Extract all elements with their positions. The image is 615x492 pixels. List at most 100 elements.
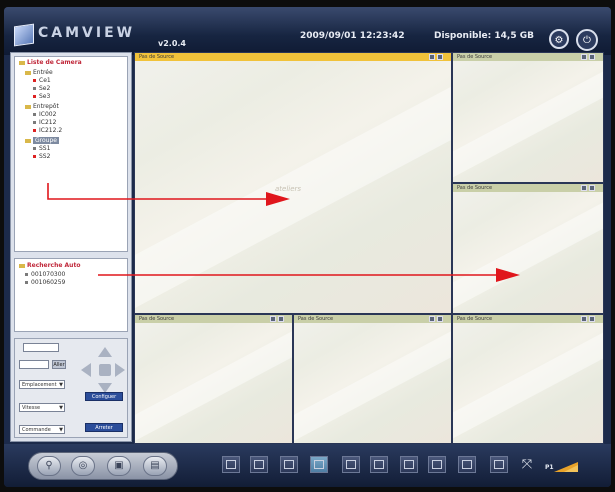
layout-1-button[interactable] bbox=[222, 456, 240, 473]
layout-next-icon bbox=[494, 460, 504, 469]
layout-next-button[interactable] bbox=[490, 456, 508, 473]
watermark: ateliers bbox=[275, 185, 302, 193]
tile-maximize-icon[interactable] bbox=[278, 316, 284, 322]
tile-menu-icon[interactable] bbox=[581, 54, 587, 60]
layout-single-button[interactable] bbox=[458, 456, 476, 473]
tree-cam-ic212-2[interactable]: IC212.2 bbox=[33, 127, 62, 134]
layout-13-button[interactable] bbox=[400, 456, 418, 473]
top-bar: CAMVIEW v2.0.4 2009/09/01 12:23:42 Dispo… bbox=[4, 7, 611, 55]
layout-4-icon bbox=[254, 460, 264, 469]
tile-maximize-icon[interactable] bbox=[437, 54, 443, 60]
bottom-toolbar: ⚲ ◎ ▣ ▤ ⤧ P1 bbox=[4, 444, 611, 487]
power-icon: ⏻ bbox=[583, 35, 591, 46]
tree-cam-ic212[interactable]: IC212 bbox=[33, 119, 56, 126]
tool-pill: ⚲ ◎ ▣ ▤ bbox=[28, 452, 178, 480]
tree-cam-ce1[interactable]: Ce1 bbox=[33, 77, 51, 84]
magnifier-icon: ⚲ bbox=[45, 460, 53, 471]
layout-8-icon bbox=[314, 460, 324, 469]
config-tool-button[interactable]: ▤ bbox=[143, 456, 167, 476]
layout-9-button[interactable] bbox=[342, 456, 360, 473]
tile-maximize-icon[interactable] bbox=[589, 316, 595, 322]
pan-center-button[interactable] bbox=[99, 364, 111, 376]
layout-10-icon bbox=[374, 460, 384, 469]
layout-8-button[interactable] bbox=[310, 456, 328, 473]
configure-button[interactable]: Configuer bbox=[85, 392, 123, 401]
layout-16-icon bbox=[432, 460, 442, 469]
fullscreen-button[interactable]: ⤧ bbox=[518, 456, 536, 473]
tile-menu-icon[interactable] bbox=[270, 316, 276, 322]
folder-icon bbox=[25, 138, 31, 143]
video-tile-5[interactable]: Pas de Source bbox=[293, 314, 452, 444]
pan-right-icon[interactable] bbox=[115, 363, 125, 377]
camera-tree-title: Liste de Camera bbox=[19, 59, 82, 66]
layout-13-icon bbox=[404, 460, 414, 469]
folder-icon bbox=[19, 263, 25, 268]
fullscreen-icon: ⤧ bbox=[521, 457, 533, 472]
camera-dot-icon bbox=[33, 95, 36, 98]
tile-title-bar: Pas de Source bbox=[135, 53, 451, 61]
camera-dot-icon bbox=[33, 79, 36, 82]
settings-icon: ▤ bbox=[150, 460, 160, 471]
stop-button[interactable]: Arreter bbox=[85, 423, 123, 432]
snapshot-tool-button[interactable]: ▣ bbox=[107, 456, 131, 476]
tree-cam-se2[interactable]: Se2 bbox=[33, 85, 50, 92]
tile-menu-icon[interactable] bbox=[429, 54, 435, 60]
mode-select[interactable]: Commande bbox=[19, 425, 65, 435]
tree-group-groupe[interactable]: Groupe bbox=[25, 137, 59, 144]
recherche-item-2[interactable]: 001060259 bbox=[25, 279, 65, 286]
layout-16-button[interactable] bbox=[428, 456, 446, 473]
tree-cam-ss1[interactable]: SS1 bbox=[33, 145, 50, 152]
pan-left-icon[interactable] bbox=[81, 363, 91, 377]
search-tool-button[interactable]: ⚲ bbox=[37, 456, 61, 476]
tile-title-bar: Pas de Source bbox=[294, 315, 451, 323]
video-tile-6[interactable]: Pas de Source bbox=[452, 314, 604, 444]
tree-group-entree[interactable]: Entrée bbox=[25, 69, 53, 76]
ptz-top-input[interactable] bbox=[23, 343, 59, 352]
tree-cam-ic002[interactable]: IC002 bbox=[33, 111, 56, 118]
tile-menu-icon[interactable] bbox=[581, 185, 587, 191]
camera-dot-icon bbox=[33, 121, 36, 124]
app-name: CAMVIEW bbox=[38, 25, 136, 41]
tile-maximize-icon[interactable] bbox=[589, 185, 595, 191]
playback-tool-button[interactable]: ◎ bbox=[71, 456, 95, 476]
camera-dot-icon bbox=[33, 147, 36, 150]
tree-group-entrepot[interactable]: Entrepôt bbox=[25, 103, 59, 110]
power-button[interactable]: ⏻ bbox=[576, 29, 598, 51]
tile-menu-icon[interactable] bbox=[429, 316, 435, 322]
tree-cam-ss2[interactable]: SS2 bbox=[33, 153, 50, 160]
ptz-control-panel: Aller Emplacement Vitesse Configuer Comm… bbox=[14, 338, 128, 438]
left-panel: Liste de Camera Entrée Ce1 Se2 Se3 Entre… bbox=[10, 52, 132, 442]
video-grid: Pas de Source ateliers Pas de Source Pas… bbox=[134, 52, 604, 444]
camera-dot-icon bbox=[33, 113, 36, 116]
layout-9-icon bbox=[346, 460, 356, 469]
camview-window: CAMVIEW v2.0.4 2009/09/01 12:23:42 Dispo… bbox=[4, 7, 611, 487]
speed-select[interactable]: Vitesse bbox=[19, 403, 65, 413]
folder-icon bbox=[25, 70, 31, 75]
video-tile-1[interactable]: Pas de Source ateliers bbox=[134, 52, 452, 314]
signal-bars-icon bbox=[554, 462, 578, 472]
layout-10-button[interactable] bbox=[370, 456, 388, 473]
tile-menu-icon[interactable] bbox=[581, 316, 587, 322]
layout-4-button[interactable] bbox=[250, 456, 268, 473]
go-button[interactable]: Aller bbox=[52, 360, 66, 369]
video-tile-3[interactable]: Pas de Source bbox=[452, 183, 604, 314]
folder-icon bbox=[19, 60, 25, 65]
datetime-label: 2009/09/01 12:23:42 bbox=[300, 31, 405, 41]
device-icon bbox=[25, 281, 28, 284]
video-tile-2[interactable]: Pas de Source bbox=[452, 52, 604, 183]
film-icon: ◎ bbox=[78, 460, 88, 471]
gear-icon: ⚙ bbox=[554, 35, 564, 46]
layout-1-icon bbox=[226, 460, 236, 469]
settings-button[interactable]: ⚙ bbox=[549, 29, 569, 49]
tile-maximize-icon[interactable] bbox=[589, 54, 595, 60]
layout-6-button[interactable] bbox=[280, 456, 298, 473]
tile-maximize-icon[interactable] bbox=[437, 316, 443, 322]
tree-cam-se3[interactable]: Se3 bbox=[33, 93, 50, 100]
pan-up-icon[interactable] bbox=[98, 347, 112, 357]
layout-single-icon bbox=[462, 460, 472, 469]
camera-dot-icon bbox=[33, 87, 36, 90]
recherche-item-1[interactable]: 001070300 bbox=[25, 271, 65, 278]
preset-select[interactable]: Emplacement bbox=[19, 380, 65, 390]
ptz-preset-input[interactable] bbox=[19, 360, 49, 369]
video-tile-4[interactable]: Pas de Source bbox=[134, 314, 293, 444]
